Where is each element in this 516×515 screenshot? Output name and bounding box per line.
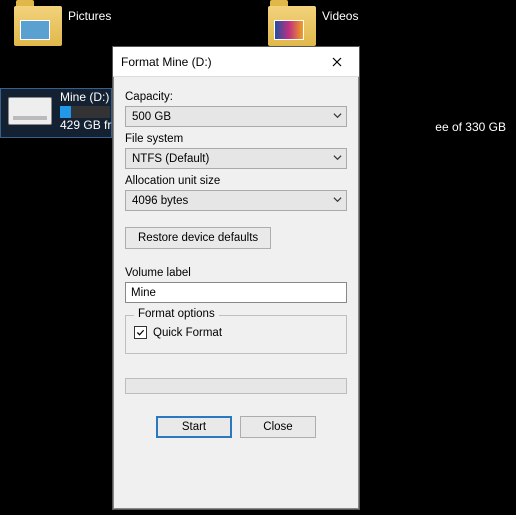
drive-icon: [8, 97, 52, 125]
chevron-down-icon: [333, 195, 342, 207]
restore-defaults-button[interactable]: Restore device defaults: [125, 227, 271, 249]
close-button[interactable]: Close: [240, 416, 316, 438]
capacity-label: Capacity:: [125, 91, 347, 103]
checkbox-icon: [134, 326, 147, 339]
drive-free-text: ee of 330 GB: [435, 120, 506, 134]
filesystem-label: File system: [125, 133, 347, 145]
filesystem-value: NTFS (Default): [132, 153, 209, 165]
allocation-label: Allocation unit size: [125, 175, 347, 187]
titlebar[interactable]: Format Mine (D:): [113, 47, 359, 77]
folder-videos-icon[interactable]: [268, 6, 316, 46]
quick-format-checkbox[interactable]: Quick Format: [134, 326, 338, 339]
capacity-select[interactable]: 500 GB: [125, 106, 347, 127]
drive-name: Mine (D:): [60, 90, 111, 104]
drive-subline: 429 GB fr: [60, 118, 111, 132]
format-dialog: Format Mine (D:) Capacity: 500 GB File s…: [112, 46, 360, 510]
capacity-value: 500 GB: [132, 111, 171, 123]
dialog-title: Format Mine (D:): [121, 55, 212, 69]
drive-item[interactable]: Mine (D:) 429 GB fr: [0, 90, 111, 132]
quick-format-label: Quick Format: [153, 327, 222, 339]
progress-bar: [125, 378, 347, 394]
chevron-down-icon: [333, 153, 342, 165]
drive-usage-bar: [60, 106, 110, 118]
allocation-select[interactable]: 4096 bytes: [125, 190, 347, 211]
chevron-down-icon: [333, 111, 342, 123]
folder-pictures-label: Pictures: [68, 9, 111, 23]
volume-label-input[interactable]: [125, 282, 347, 303]
folder-pictures-icon[interactable]: [14, 6, 62, 46]
volume-label-label: Volume label: [125, 267, 347, 279]
start-button[interactable]: Start: [156, 416, 232, 438]
filesystem-select[interactable]: NTFS (Default): [125, 148, 347, 169]
allocation-value: 4096 bytes: [132, 195, 188, 207]
format-options-legend: Format options: [134, 308, 219, 320]
folder-videos-label: Videos: [322, 9, 358, 23]
close-icon[interactable]: [323, 52, 351, 72]
format-options-group: Format options Quick Format: [125, 315, 347, 354]
